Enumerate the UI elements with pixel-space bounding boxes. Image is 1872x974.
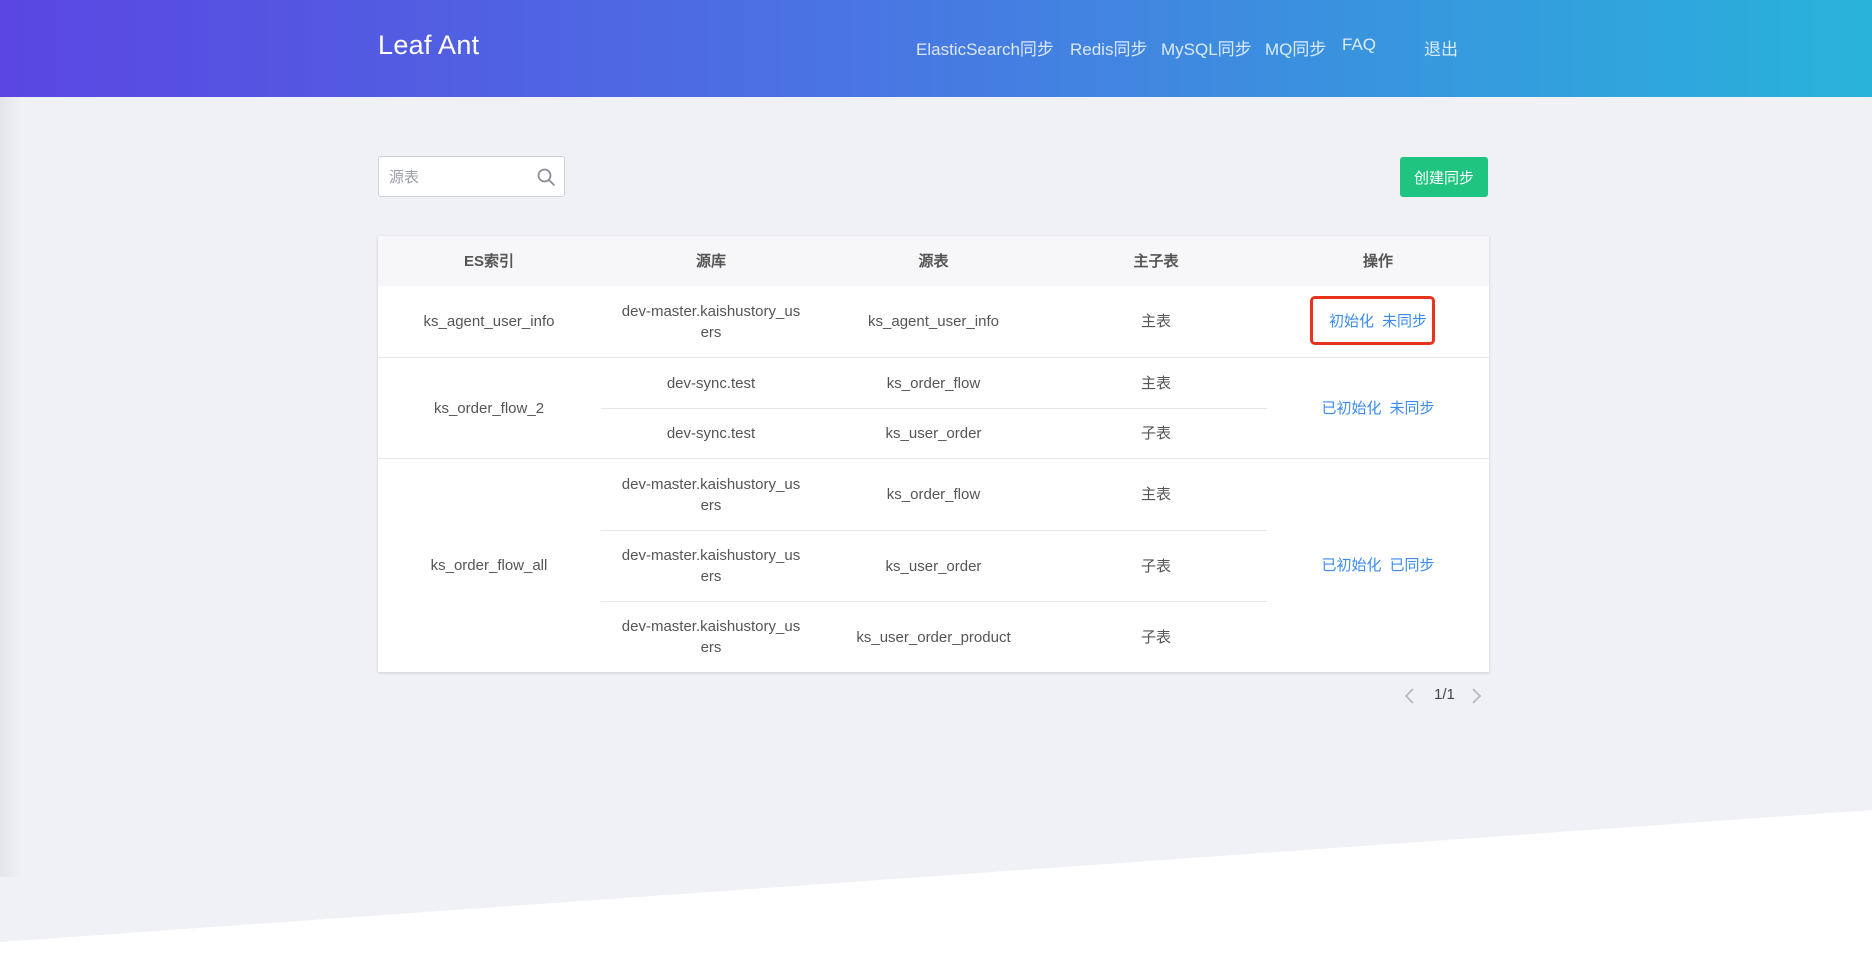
highlight-box bbox=[1310, 296, 1435, 345]
header-source-db: 源库 bbox=[695, 252, 726, 270]
nav-mq[interactable]: MQ同步 bbox=[1265, 35, 1326, 60]
table-type-cell: 主表 bbox=[1140, 313, 1171, 330]
header-source-table: 源表 bbox=[918, 252, 949, 270]
search-input[interactable] bbox=[387, 157, 531, 198]
header-es-index: ES索引 bbox=[463, 252, 514, 270]
sync-link[interactable]: 未同步 bbox=[1390, 398, 1435, 419]
header-actions: 操作 bbox=[1362, 252, 1393, 270]
left-shadow bbox=[0, 97, 22, 877]
search-box bbox=[378, 156, 565, 198]
source-table-cell: ks_user_order bbox=[885, 557, 982, 575]
es-index-cell: ks_order_flow_all bbox=[430, 557, 548, 574]
pagination: 1/1 bbox=[1400, 684, 1490, 710]
main-nav: ElasticSearch同步 Redis同步 MySQL同步 MQ同步 FAQ… bbox=[0, 35, 1872, 65]
actions-cell: 已初始化 已同步 bbox=[1267, 459, 1489, 672]
es-index-cell: ks_order_flow_2 bbox=[433, 399, 545, 417]
table-type-cell: 子表 bbox=[1140, 628, 1171, 646]
page-indicator: 1/1 bbox=[1434, 686, 1455, 703]
header-table-type: 主子表 bbox=[1133, 252, 1179, 270]
source-table-cell: ks_order_flow bbox=[886, 374, 981, 392]
source-db-cell: dev-master.kaishustory_users bbox=[621, 547, 801, 585]
source-db-cell: dev-master.kaishustory_users bbox=[621, 618, 801, 656]
nav-mysql[interactable]: MySQL同步 bbox=[1161, 35, 1252, 60]
es-index-cell: ks_agent_user_info bbox=[423, 313, 555, 330]
nav-faq[interactable]: FAQ bbox=[1342, 35, 1376, 55]
nav-logout[interactable]: 退出 bbox=[1424, 35, 1458, 60]
source-db-cell: dev-sync.test bbox=[666, 425, 756, 442]
table-type-cell: 主表 bbox=[1140, 486, 1171, 503]
create-sync-button[interactable]: 创建同步 bbox=[1400, 157, 1488, 197]
search-icon[interactable] bbox=[536, 167, 556, 187]
source-table-cell: ks_user_order bbox=[885, 425, 982, 442]
source-table-cell: ks_order_flow bbox=[886, 486, 981, 503]
init-link[interactable]: 已初始化 bbox=[1321, 555, 1381, 576]
chevron-right-icon[interactable] bbox=[1466, 686, 1486, 706]
chevron-left-icon[interactable] bbox=[1400, 686, 1420, 706]
source-db-cell: dev-master.kaishustory_users bbox=[621, 475, 801, 514]
sync-link[interactable]: 已同步 bbox=[1390, 555, 1435, 576]
sync-table: ES索引 源库 源表 主子表 操作 ks_agent_user_info dev… bbox=[378, 236, 1489, 672]
source-db-cell: dev-sync.test bbox=[666, 374, 756, 392]
table-type-cell: 子表 bbox=[1140, 557, 1171, 575]
table-type-cell: 子表 bbox=[1140, 425, 1171, 442]
nav-redis[interactable]: Redis同步 bbox=[1070, 35, 1147, 60]
init-link[interactable]: 已初始化 bbox=[1321, 398, 1381, 419]
top-navbar: Leaf Ant ElasticSearch同步 Redis同步 MySQL同步… bbox=[0, 0, 1872, 97]
source-table-cell: ks_user_order_product bbox=[856, 628, 1011, 646]
source-table-cell: ks_agent_user_info bbox=[868, 313, 999, 330]
nav-elasticsearch[interactable]: ElasticSearch同步 bbox=[916, 35, 1054, 60]
source-db-cell: dev-master.kaishustory_users bbox=[621, 302, 801, 341]
actions-cell: 已初始化 未同步 bbox=[1267, 358, 1489, 458]
table-header: ES索引 源库 源表 主子表 操作 bbox=[378, 236, 1489, 286]
table-type-cell: 主表 bbox=[1140, 374, 1171, 392]
